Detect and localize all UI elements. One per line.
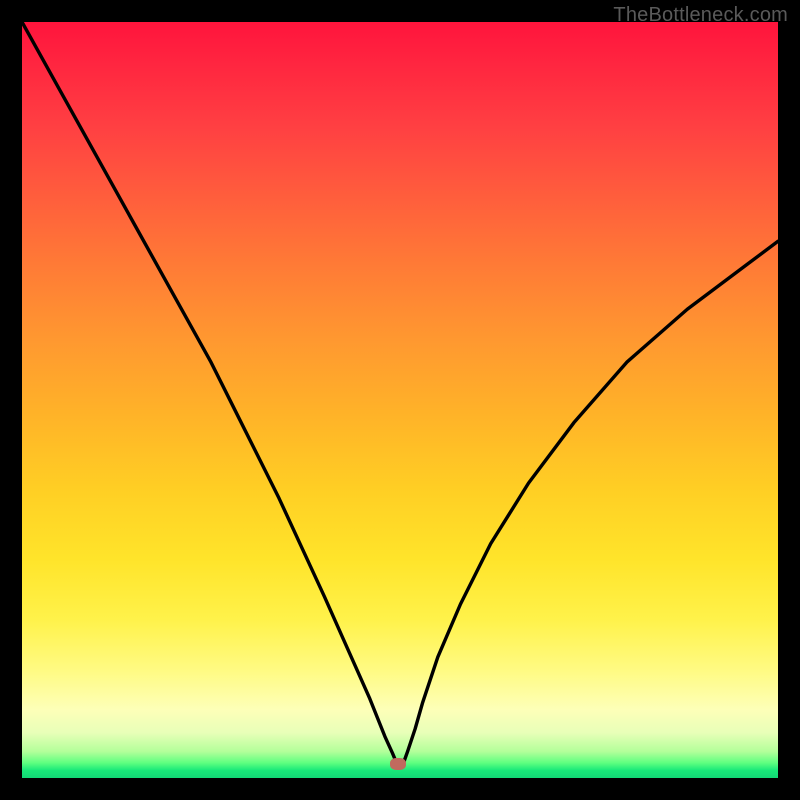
chart-frame: TheBottleneck.com xyxy=(0,0,800,800)
watermark-text: TheBottleneck.com xyxy=(613,4,788,27)
bottleneck-curve xyxy=(22,22,778,762)
curve-layer xyxy=(22,22,778,778)
optimum-marker xyxy=(390,758,406,770)
plot-area xyxy=(22,22,778,778)
